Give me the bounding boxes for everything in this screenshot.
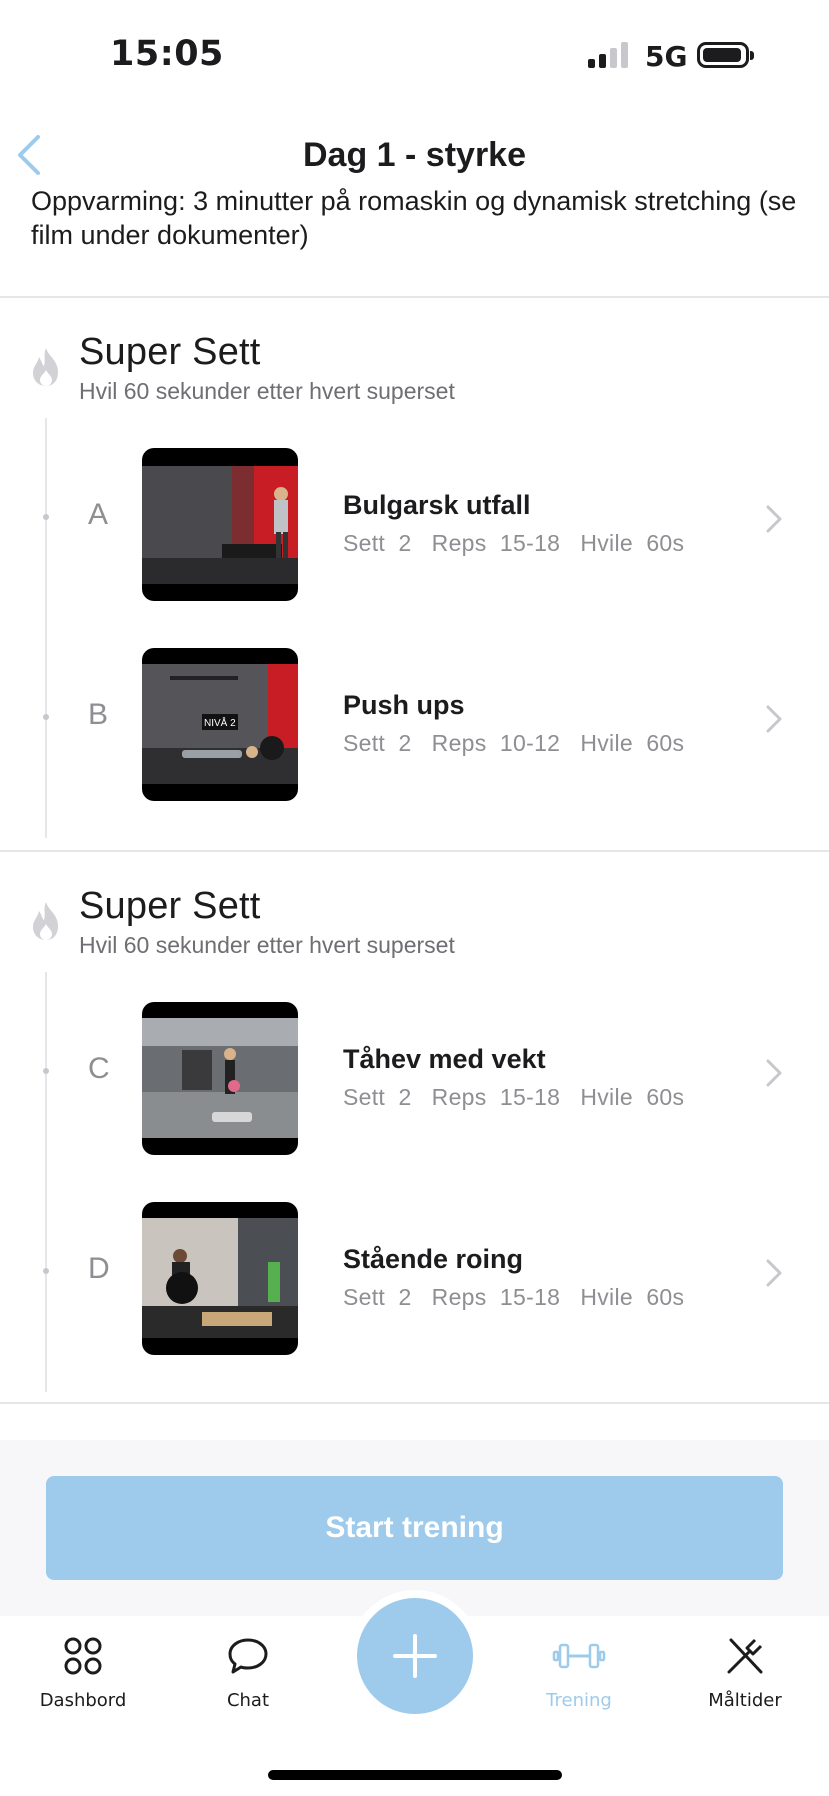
timeline-dot [43,514,49,520]
superset-section: Super Sett Hvil 60 sekunder etter hvert … [0,852,829,1402]
superset-section: Super Sett Hvil 60 sekunder etter hvert … [0,298,829,850]
exercise-letter: D [88,1252,110,1285]
warmup-description: Oppvarming: 3 minutter på romaskin og dy… [31,186,797,250]
home-indicator [268,1770,562,1780]
flame-icon [33,902,58,940]
exercise-letter: B [88,698,109,731]
thumbnail-label: NIVÅ 2 [204,716,236,729]
dumbbell-icon [552,1643,606,1669]
exercise-name: Tåhev med vekt [343,1044,546,1074]
flame-icon [33,348,58,386]
chevron-right-icon [766,705,782,733]
exercise-thumbnail[interactable] [142,1002,298,1155]
chevron-right-icon [766,1059,782,1087]
fork-knife-icon [727,1638,763,1674]
tab-label: Måltider [708,1690,782,1711]
exercise-name: Bulgarsk utfall [343,490,531,520]
tab-label: Dashbord [39,1690,127,1711]
exercise-row[interactable]: B NIVÅ 2 Push ups Sett 2 Reps 10-12 Hvil… [0,638,829,801]
exercise-thumbnail[interactable] [142,448,298,601]
superset-title: Super Sett [79,885,261,927]
exercise-meta: Sett 2 Reps 10-12 Hvile 60s [343,730,685,756]
exercise-meta: Sett 2 Reps 15-18 Hvile 60s [343,530,685,556]
superset-subtitle: Hvil 60 sekunder etter hvert superset [79,378,455,404]
superset-subtitle: Hvil 60 sekunder etter hvert superset [79,932,455,958]
start-training-button[interactable]: Start trening [46,1476,783,1580]
exercise-name: Push ups [343,690,465,720]
cellular-signal-icon [588,42,630,68]
status-bar: 15:05 5G [0,0,829,110]
exercise-letter: A [88,498,109,531]
exercise-meta: Sett 2 Reps 15-18 Hvile 60s [343,1084,685,1110]
battery-icon [697,42,754,68]
timeline-dot [43,714,49,720]
tab-label: Chat [226,1690,270,1711]
exercise-row[interactable]: C Tåhev med vekt Sett 2 Reps 15-18 Hvile… [0,992,829,1155]
exercise-thumbnail[interactable]: NIVÅ 2 [142,648,298,801]
exercise-row[interactable]: D Stående roing Sett 2 Reps 15-18 Hvile … [0,1192,829,1355]
tab-trening[interactable]: Trening [509,1636,649,1711]
network-type: 5G [645,40,688,73]
tab-maltider[interactable]: Måltider [675,1636,815,1711]
plus-icon [393,1634,437,1678]
exercise-row[interactable]: A Bulgarsk utfall Sett 2 Reps 15-18 Hvil… [0,438,829,601]
exercise-thumbnail[interactable] [142,1202,298,1355]
timeline-dot [43,1268,49,1274]
page-title: Dag 1 - styrke [303,136,526,174]
status-time: 15:05 [110,34,224,74]
section-divider [0,1402,829,1404]
tab-chat[interactable]: Chat [178,1636,318,1711]
exercise-name: Stående roing [343,1244,524,1274]
dashboard-grid-icon [64,1637,102,1675]
chevron-right-icon [766,505,782,533]
superset-title: Super Sett [79,331,261,373]
exercise-letter: C [88,1052,110,1085]
chat-bubble-icon [228,1638,268,1674]
exercise-meta: Sett 2 Reps 15-18 Hvile 60s [343,1284,685,1310]
add-button[interactable] [357,1598,473,1714]
tab-label: Trening [546,1690,612,1711]
timeline-dot [43,1068,49,1074]
tab-dashbord[interactable]: Dashbord [13,1636,153,1711]
chevron-right-icon [766,1259,782,1287]
